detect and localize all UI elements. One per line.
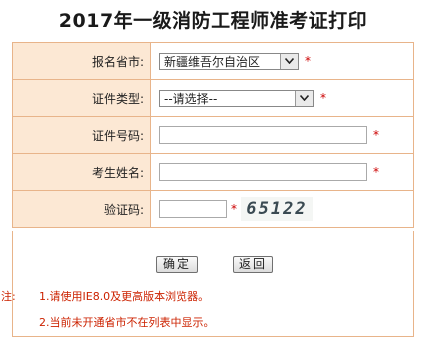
note-provinces: 2.当前未开通省市不在列表中显示。 [39,316,215,329]
id-type-field-cell: --请选择-- * [150,79,414,117]
note-browser: 1.请使用IE8.0及更高版本浏览器。 [39,290,210,303]
captcha-row: 验证码: * 65122 [12,190,414,228]
candidate-name-input[interactable] [159,163,367,181]
name-required-mark: * [373,164,379,179]
captcha-image[interactable]: 65122 [241,197,313,221]
id-type-row: 证件类型: --请选择-- * [12,79,414,117]
id-type-select[interactable]: --请选择-- [159,89,314,107]
notes-panel: 注: 1.请使用IE8.0及更高版本浏览器。 2.当前未开通省市不在列表中显示。 [1,283,414,337]
id-type-required-mark: * [320,90,326,105]
province-select[interactable]: 新疆维吾尔自治区 [159,52,299,70]
name-field-cell: * [150,153,414,191]
captcha-required-mark: * [231,201,237,216]
chevron-down-icon [295,90,313,106]
province-row: 报名省市: 新疆维吾尔自治区 * [12,42,414,80]
captcha-label: 验证码: [12,190,151,228]
page-title: 2017年一级消防工程师准考证打印 [58,10,368,32]
name-label: 考生姓名: [12,153,151,191]
id-number-required-mark: * [373,127,379,142]
ticket-form: 报名省市: 新疆维吾尔自治区 * 证件类型: --请选择-- * 证件号码: * [12,42,414,228]
province-label: 报名省市: [12,42,151,80]
back-button[interactable]: 返回 [233,256,273,273]
id-number-field-cell: * [150,116,414,154]
confirm-button[interactable]: 确定 [156,256,198,273]
id-type-label: 证件类型: [12,79,151,117]
name-row: 考生姓名: * [12,153,414,191]
province-field-cell: 新疆维吾尔自治区 * [150,42,414,80]
province-select-value: 新疆维吾尔自治区 [164,54,261,69]
id-number-label: 证件号码: [12,116,151,154]
id-number-row: 证件号码: * [12,116,414,154]
province-required-mark: * [305,53,311,68]
id-type-select-value: --请选择-- [164,91,218,106]
chevron-down-icon [280,53,298,69]
captcha-input[interactable] [159,200,227,218]
id-number-input[interactable] [159,126,367,144]
notes-prefix: 注: [1,290,16,303]
captcha-field-cell: * 65122 [150,190,414,228]
button-row: 确定 返回 [12,231,414,283]
